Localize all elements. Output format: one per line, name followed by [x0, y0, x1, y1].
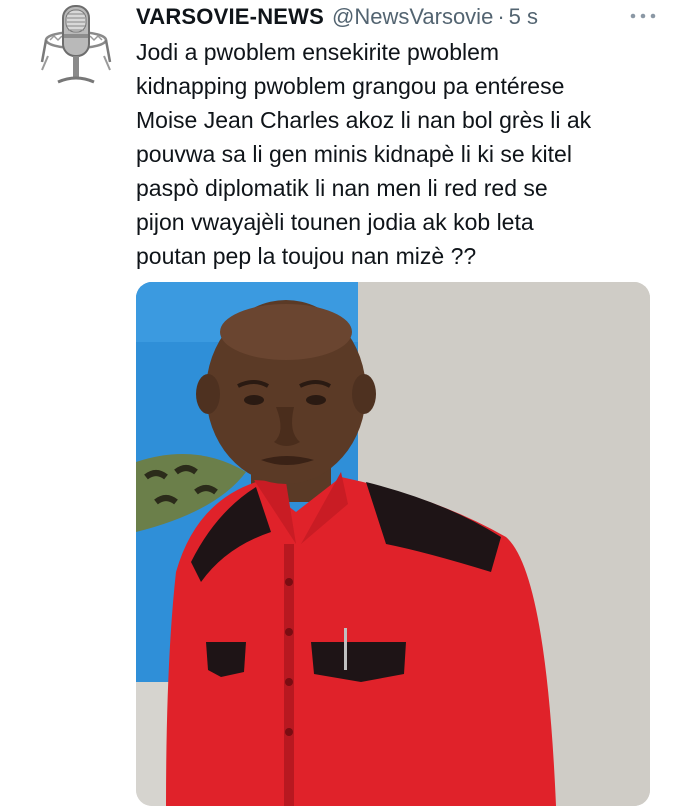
timestamp[interactable]: 5 s [509, 4, 538, 30]
tweet-text-line: Jodi a pwoblem ensekirite pwoblem [136, 39, 500, 65]
studio-microphone-icon [28, 5, 124, 96]
tweet[interactable]: VARSOVIE-NEWS @NewsVarsovie · 5 s Jodi a… [0, 0, 683, 806]
separator-dot: · [497, 4, 505, 29]
tweet-text-line: paspò diplomatik li nan men li red red s… [136, 175, 548, 201]
avatar[interactable] [28, 0, 124, 96]
tweet-text-line: kidnapping pwoblem grangou pa entérese [136, 73, 565, 99]
tweet-text-line: Moise Jean Charles akoz li nan bol grès … [136, 107, 592, 133]
author-name[interactable]: VARSOVIE-NEWS [136, 4, 324, 30]
author-handle[interactable]: @NewsVarsovie [332, 4, 493, 30]
photo-man-red-shirt [136, 282, 650, 806]
tweet-text-line: pijon vwayajèli tounen jodia ak kob leta [136, 209, 534, 235]
more-horizontal-icon [629, 12, 657, 20]
tweet-text-line: pouvwa sa li gen minis kidnapè li ki se … [136, 141, 572, 167]
tweet-text: Jodi a pwoblem ensekirite pwoblem kidnap… [136, 35, 666, 273]
tweet-header: VARSOVIE-NEWS @NewsVarsovie · 5 s [136, 0, 663, 34]
tweet-text-line: poutan pep la toujou nan mizè ?? [136, 243, 477, 269]
tweet-media-photo[interactable] [136, 282, 650, 806]
more-options-button[interactable] [625, 6, 661, 26]
